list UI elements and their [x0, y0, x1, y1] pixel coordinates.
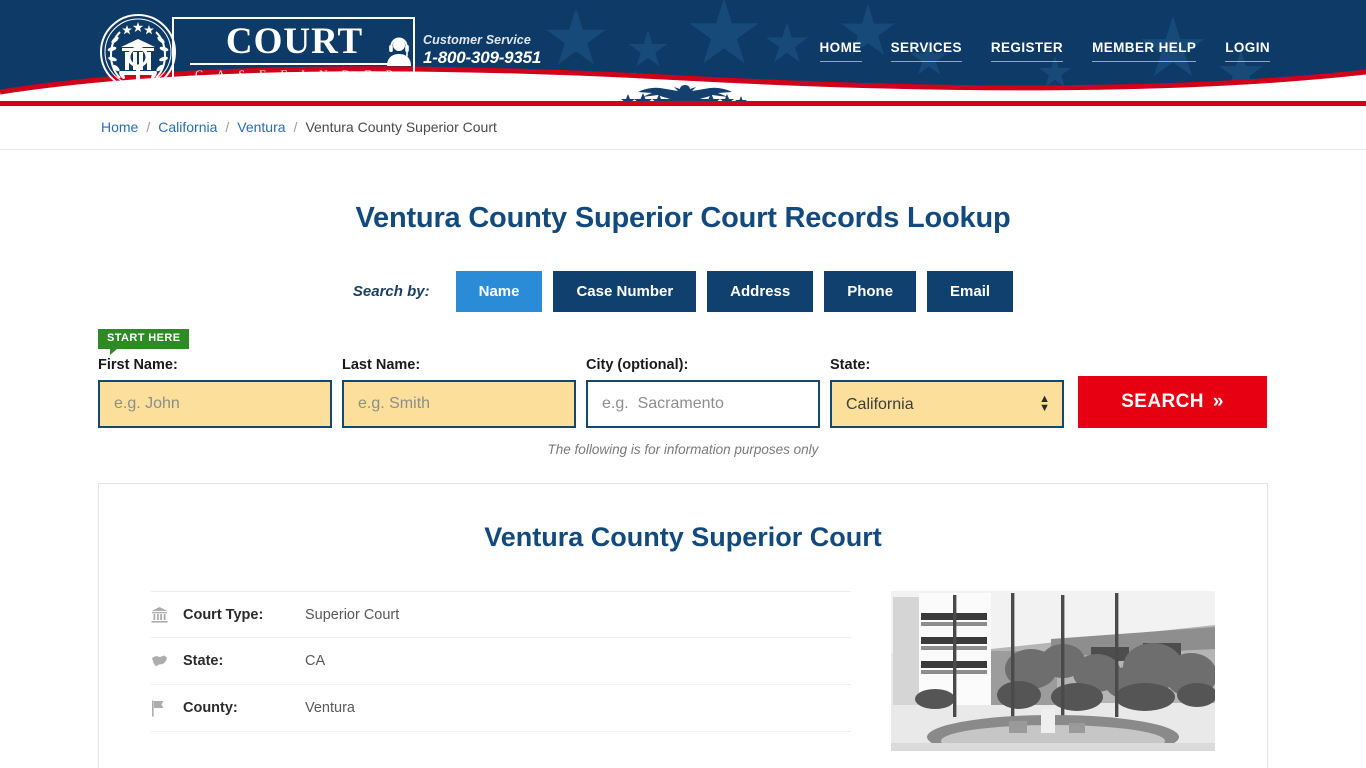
city-field-group: City (optional): — [586, 357, 820, 428]
page-title: Ventura County Superior Court Records Lo… — [355, 202, 1011, 234]
site-header: COURT C A S E F I N D E R Customer Servi… — [0, 0, 1366, 104]
table-row: State: CA — [151, 638, 851, 685]
site-logo[interactable]: COURT C A S E F I N D E R — [98, 10, 416, 94]
city-input[interactable] — [586, 380, 820, 428]
search-button[interactable]: SEARCH » — [1078, 376, 1267, 428]
us-map-icon — [151, 654, 183, 668]
court-name-title: Ventura County Superior Court — [484, 522, 882, 552]
table-row: Court Type: Superior Court — [151, 591, 851, 638]
last-name-field-group: Last Name: — [342, 357, 576, 428]
info-value: Ventura — [305, 700, 355, 716]
bank-icon — [151, 606, 183, 623]
tab-email[interactable]: Email — [927, 271, 1014, 312]
first-name-input[interactable] — [98, 380, 332, 428]
search-by-label: Search by: — [352, 283, 430, 300]
tab-name[interactable]: Name — [455, 271, 543, 312]
headset-support-icon — [387, 37, 411, 66]
search-by-tabs: Search by: Name Case Number Address Phon… — [0, 271, 1366, 312]
breadcrumb-item-state[interactable]: California — [158, 119, 217, 135]
disclaimer-text: The following is for information purpose… — [547, 442, 819, 457]
nav-item-services[interactable]: SERVICES — [890, 40, 962, 62]
last-name-label: Last Name: — [342, 357, 421, 373]
breadcrumb-item-home[interactable]: Home — [101, 119, 138, 135]
tab-case-number[interactable]: Case Number — [553, 271, 697, 312]
logo-divider — [190, 62, 400, 65]
info-label: Court Type: — [183, 606, 264, 623]
logo-word: COURT — [225, 20, 364, 62]
main-navigation: HOME SERVICES REGISTER MEMBER HELP LOGIN — [819, 40, 1270, 62]
first-name-label: First Name: — [98, 357, 178, 373]
breadcrumb-separator: / — [293, 118, 298, 135]
start-here-badge: START HERE — [98, 329, 190, 355]
customer-service-block[interactable]: Customer Service 1-800-309-9351 — [386, 33, 541, 68]
customer-service-phone[interactable]: 1-800-309-9351 — [423, 48, 541, 68]
breadcrumb-separator: / — [225, 118, 230, 135]
search-button-label: SEARCH — [1121, 391, 1204, 412]
breadcrumb-separator: / — [146, 118, 151, 135]
last-name-input[interactable] — [342, 380, 576, 428]
nav-item-register[interactable]: REGISTER — [990, 40, 1064, 62]
flag-icon — [151, 700, 183, 717]
breadcrumb-item-current: Ventura County Superior Court — [305, 118, 497, 135]
courthouse-building-photo — [891, 591, 1215, 751]
logo-wordmark: COURT C A S E F I N D E R — [172, 16, 416, 88]
state-field-group: State: CaliforniaAlabamaAlaskaArizonaArk… — [830, 357, 1064, 428]
search-form: START HERE First Name: Last Name: City (… — [0, 329, 1366, 428]
header-red-bar — [0, 101, 1366, 106]
info-label: County: — [183, 700, 238, 716]
table-row: County: Ventura — [151, 685, 851, 732]
tab-phone[interactable]: Phone — [824, 271, 917, 312]
court-info-table: Court Type: Superior Court State: CA Cou… — [151, 591, 851, 751]
info-label: State: — [183, 653, 224, 669]
first-name-field-group: First Name: — [98, 357, 332, 428]
logo-subtitle: C A S E F I N D E R — [195, 66, 400, 81]
court-seal-icon — [100, 14, 176, 90]
nav-item-member-help[interactable]: MEMBER HELP — [1092, 40, 1197, 62]
breadcrumb-item-county[interactable]: Ventura — [237, 119, 285, 135]
nav-item-home[interactable]: HOME — [819, 40, 862, 62]
state-label: State: — [830, 357, 871, 373]
city-label: City (optional): — [586, 357, 689, 373]
chevron-double-right-icon: » — [1212, 391, 1224, 412]
state-select[interactable]: CaliforniaAlabamaAlaskaArizonaArkansasCo… — [830, 380, 1064, 428]
tab-address[interactable]: Address — [707, 271, 814, 312]
info-value: CA — [305, 653, 326, 669]
breadcrumb-bar: Home / California / Ventura / Ventura Co… — [0, 104, 1366, 150]
breadcrumb: Home / California / Ventura / Ventura Co… — [101, 119, 497, 135]
info-value: Superior Court — [305, 606, 400, 623]
customer-service-label: Customer Service — [423, 33, 531, 47]
court-detail-card: Ventura County Superior Court Court Type… — [98, 483, 1268, 768]
nav-item-login[interactable]: LOGIN — [1225, 40, 1270, 62]
